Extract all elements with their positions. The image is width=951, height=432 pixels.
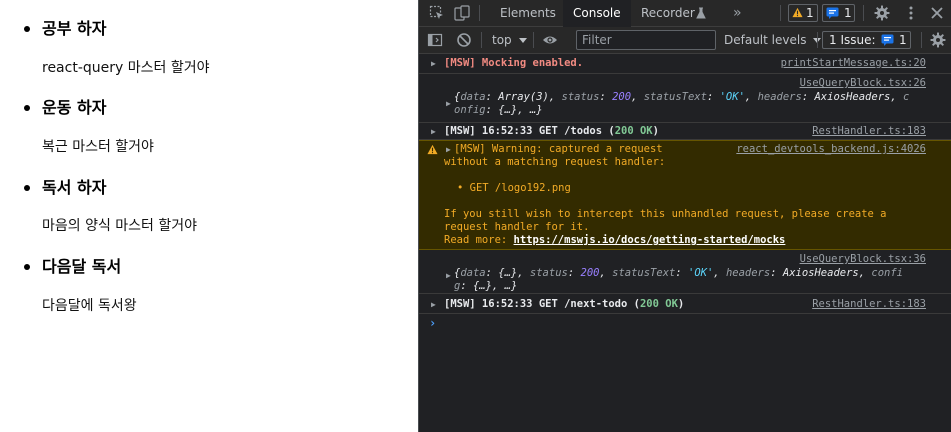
devtools-tabbar: Elements Console Recorder » 1 1 [419,0,951,27]
gear-icon[interactable] [874,5,890,21]
bullet-icon [24,105,30,111]
warning-text: request handler for it. [444,221,590,233]
toolbar-divider [780,5,781,21]
expand-arrow-icon[interactable]: ▶ [431,298,436,311]
expand-arrow-icon[interactable]: ▶ [446,143,451,156]
warning-bullet: • GET /logo192.png [457,182,571,194]
warning-text: [MSW] Warning: captured a request [454,143,663,155]
more-tabs-button[interactable]: » [733,0,742,26]
console-message[interactable]: UseQueryBlock.tsx:36 ▶ {data: {…}, statu… [419,250,951,294]
inspect-element-icon[interactable] [429,5,445,21]
bullet-icon [24,26,30,32]
toolbar-divider [863,5,864,21]
expand-arrow-icon[interactable]: ▶ [431,125,436,138]
source-link[interactable]: UseQueryBlock.tsx:36 [800,253,926,266]
chat-icon [826,7,839,19]
message-text: [MSW] Mocking enabled. [444,57,584,69]
clear-console-icon[interactable] [456,32,472,48]
issues-count: 1 [844,6,852,20]
issues-label: 1 Issue: [829,33,876,47]
bullet-icon [24,264,30,270]
console-message[interactable]: ▶ [MSW] Mocking enabled. printStartMessa… [419,54,951,74]
warning-icon [427,144,438,155]
console-settings-icon[interactable] [930,32,946,48]
expand-arrow-icon[interactable]: ▶ [446,269,451,282]
todo-title: 독서 하자 [42,178,107,197]
todo-title: 공부 하자 [42,19,107,38]
warnings-counter[interactable]: 1 [788,4,818,22]
close-icon[interactable] [929,5,945,21]
todo-description: 복근 마스터 할거야 [42,139,154,155]
todo-title: 다음달 독서 [42,257,122,276]
app-page: 공부 하자 react-query 마스터 할거야 운동 하자 복근 마스터 할… [0,0,418,432]
context-label: top [492,33,512,47]
object-preview[interactable]: {data: Array(3), status: 200, statusText… [454,91,909,104]
toolbar-divider [481,32,482,48]
console-message[interactable]: UseQueryBlock.tsx:26 ▶ {data: Array(3), … [419,74,951,123]
expand-arrow-icon[interactable]: ▶ [446,97,451,110]
source-link[interactable]: printStartMessage.ts:20 [781,57,926,70]
issues-button-count: 1 [899,33,907,47]
tab-recorder[interactable]: Recorder [641,0,695,26]
device-toolbar-icon[interactable] [454,5,470,21]
todo-description: 마음의 양식 마스터 할거야 [42,218,198,234]
tab-elements[interactable]: Elements [500,0,556,26]
console-message[interactable]: ▶ [MSW] 16:52:33 GET /todos (200 OK) Res… [419,123,951,140]
chat-icon [881,34,894,46]
issues-counter[interactable]: 1 [822,4,855,22]
message-text: [MSW] 16:52:33 GET /todos (200 OK) [444,125,659,137]
warning-icon [792,7,803,18]
console-message[interactable]: ▶ [MSW] 16:52:33 GET /next-todo (200 OK)… [419,294,951,314]
issues-button[interactable]: 1 Issue: 1 [822,31,911,49]
bullet-icon [24,185,30,191]
toolbar-divider [817,32,818,48]
console-messages: ▶ [MSW] Mocking enabled. printStartMessa… [419,54,951,432]
filter-input[interactable] [576,30,716,50]
message-text: [MSW] 16:52:33 GET /next-todo (200 OK) [444,298,685,310]
toolbar-divider [479,5,480,21]
devtools-panel: Elements Console Recorder » 1 1 top Filt… [418,0,951,432]
flask-icon [695,5,711,21]
todo-description: 다음달에 독서왕 [42,298,137,314]
expand-arrow-icon[interactable]: ▶ [431,57,436,70]
context-selector[interactable]: top [492,27,527,53]
console-warning-message[interactable]: ▶ [MSW] Warning: captured a request with… [419,140,951,250]
toolbar-divider [533,32,534,48]
log-levels-label: Default levels [724,33,807,47]
todo-description: react-query 마스터 할거야 [42,60,210,76]
warning-text: If you still wish to intercept this unha… [444,208,887,220]
source-link[interactable]: RestHandler.ts:183 [812,125,926,138]
object-preview[interactable]: {data: {…}, status: 200, statusText: 'OK… [454,267,903,280]
read-more-line: Read more: https://mswjs.io/docs/getting… [444,234,786,246]
todo-title: 운동 하자 [42,98,107,117]
warnings-count: 1 [806,6,814,20]
console-prompt[interactable]: › [429,316,436,330]
toolbar-divider [921,32,922,48]
tab-console[interactable]: Console [563,0,631,27]
source-link[interactable]: react_devtools_backend.js:4026 [736,143,926,156]
eye-icon[interactable] [542,32,558,48]
chevron-down-icon [518,37,527,43]
docs-link[interactable]: https://mswjs.io/docs/getting-started/mo… [514,234,786,246]
object-preview-continued: onfig: {…}, …} [454,104,543,116]
console-toolbar: top Default levels 1 Issue: 1 [419,27,951,54]
sidebar-toggle-icon[interactable] [427,32,443,48]
more-options-icon[interactable] [903,5,919,21]
source-link[interactable]: RestHandler.ts:183 [812,298,926,311]
warning-text: without a matching request handler: [444,156,666,168]
log-levels-dropdown[interactable]: Default levels [724,27,822,53]
object-preview-continued: g: {…}, …} [454,280,518,292]
source-link[interactable]: UseQueryBlock.tsx:26 [800,77,926,90]
